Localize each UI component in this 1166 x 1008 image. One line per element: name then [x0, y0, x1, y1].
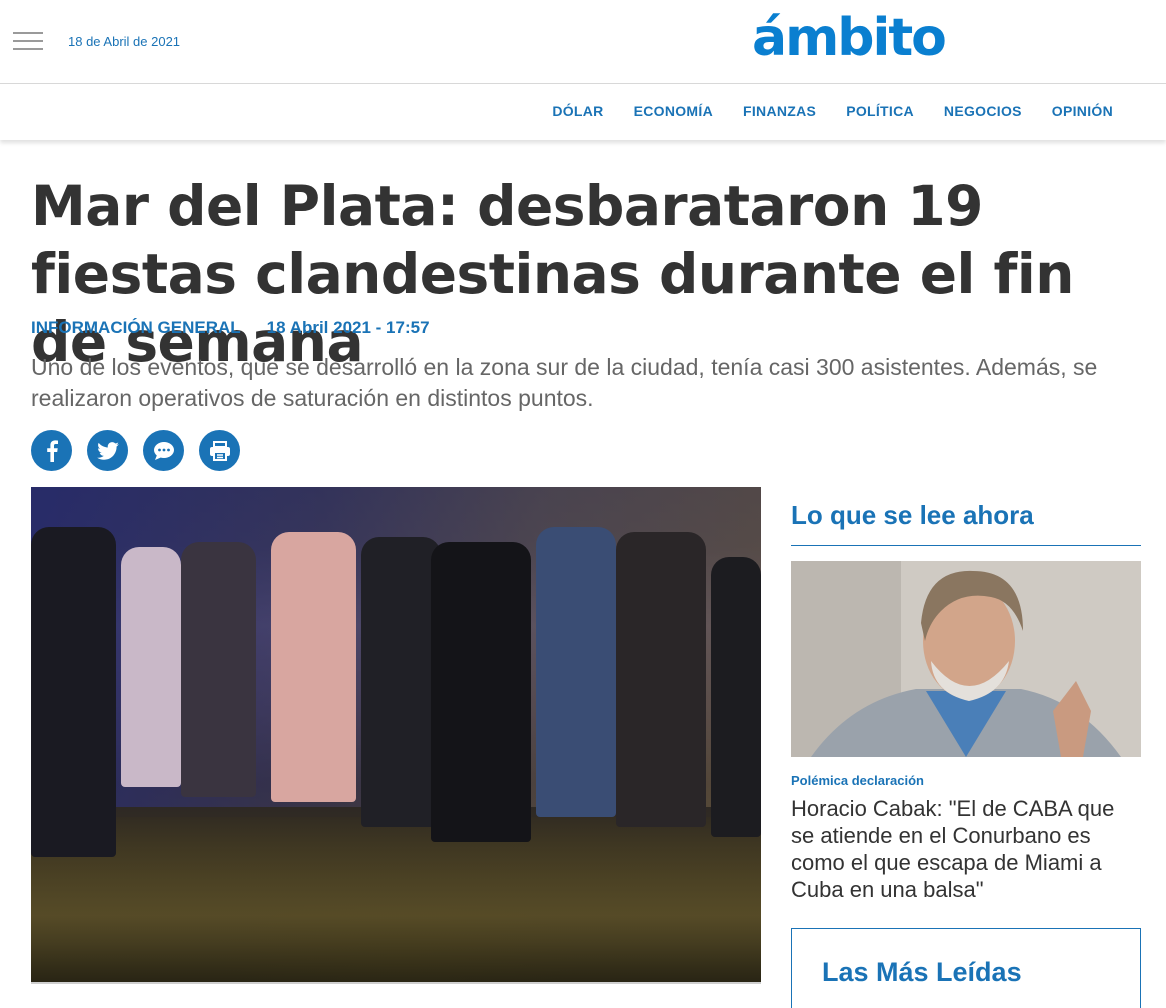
photo-figure: [181, 542, 256, 797]
photo-figure: [616, 532, 706, 827]
comment-button[interactable]: [143, 430, 184, 471]
share-bar: [31, 430, 240, 471]
photo-ground: [31, 817, 761, 982]
nav-item-dolar[interactable]: DÓLAR: [552, 103, 603, 119]
menu-icon[interactable]: [13, 32, 43, 52]
comment-icon: [153, 441, 174, 460]
article-photo[interactable]: [31, 487, 761, 982]
header-date: 18 de Abril de 2021: [68, 34, 181, 49]
top-bar: 18 de Abril de 2021 ámbito: [0, 0, 1166, 84]
print-button[interactable]: [199, 430, 240, 471]
nav-item-finanzas[interactable]: FINANZAS: [743, 103, 816, 119]
featured-kicker[interactable]: Polémica declaración: [791, 773, 924, 788]
photo-figure: [711, 557, 761, 837]
print-icon: [209, 440, 230, 461]
featured-photo[interactable]: [791, 561, 1141, 757]
nav-item-politica[interactable]: POLÍTICA: [846, 103, 914, 119]
photo-figure: [121, 547, 181, 787]
article-datetime: 18 Abril 2021 - 17:57: [266, 318, 430, 337]
featured-photo-illustration: [791, 561, 1141, 757]
photo-divider: [31, 982, 761, 984]
sidebar-title: Lo que se lee ahora: [791, 500, 1034, 530]
most-read-box: Las Más Leídas: [791, 928, 1141, 1008]
featured-headline[interactable]: Horacio Cabak: "El de CABA que se atiend…: [791, 795, 1141, 903]
sidebar-divider: [791, 545, 1141, 546]
photo-figure: [31, 527, 116, 857]
most-read-title: Las Más Leídas: [822, 957, 1022, 987]
photo-figure: [271, 532, 356, 802]
photo-figure: [361, 537, 441, 827]
site-logo[interactable]: ámbito: [752, 6, 947, 70]
facebook-share-button[interactable]: [31, 430, 72, 471]
photo-figure: [431, 542, 531, 842]
nav-item-negocios[interactable]: NEGOCIOS: [944, 103, 1022, 119]
nav-item-economia[interactable]: ECONOMÍA: [634, 103, 713, 119]
nav-item-opinion[interactable]: OPINIÓN: [1052, 103, 1113, 119]
twitter-share-button[interactable]: [87, 430, 128, 471]
main-nav: DÓLAR ECONOMÍA FINANZAS POLÍTICA NEGOCIO…: [0, 84, 1166, 140]
photo-figure: [536, 527, 616, 817]
twitter-icon: [96, 441, 119, 460]
facebook-icon: [46, 439, 58, 462]
article-section[interactable]: INFORMACIÓN GENERAL: [31, 318, 241, 338]
article-lead: Uno de los eventos, que se desarrolló en…: [31, 354, 1098, 411]
article-title: Mar del Plata: desbarataron 19 fiestas c…: [31, 174, 1074, 374]
article-meta: INFORMACIÓN GENERAL 18 Abril 2021 - 17:5…: [31, 318, 430, 338]
